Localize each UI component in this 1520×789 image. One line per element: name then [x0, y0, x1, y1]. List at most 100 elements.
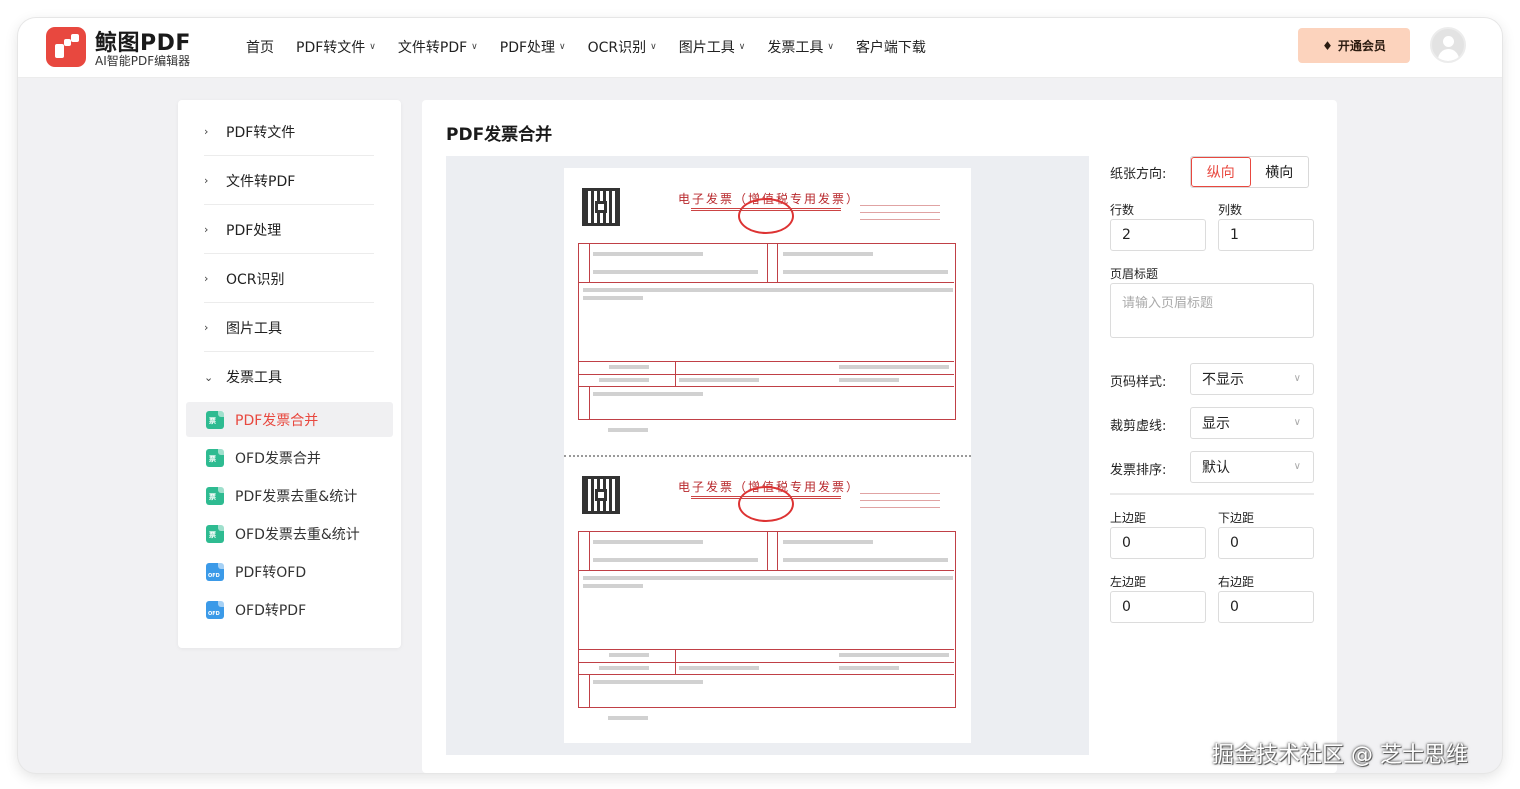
invoice-file-icon: 票 — [206, 448, 224, 467]
select-value: 显示 — [1202, 416, 1230, 432]
select-value: 不显示 — [1202, 372, 1244, 388]
sidebar-group-file-to-pdf[interactable]: › 文件转PDF — [204, 157, 374, 205]
invoice-file-icon: 票 — [206, 486, 224, 505]
nav-item-client-download[interactable]: 客户端下载 — [856, 37, 926, 57]
nav-item-pdf-to-file[interactable]: PDF转文件 ∨ — [296, 37, 376, 57]
issuer-line — [608, 716, 648, 720]
invoice-table — [578, 531, 956, 708]
margin-right-input[interactable]: 0 — [1218, 591, 1314, 623]
select-value: 默认 — [1202, 460, 1230, 476]
sidebar-group-label: 图片工具 — [226, 320, 282, 337]
sidebar-item-pdf-invoice-dedupe[interactable]: 票 PDF发票去重&统计 — [186, 478, 393, 513]
invoice-preview: 电子发票（增值税专用发票） — [578, 174, 958, 432]
settings-panel: 纸张方向: 纵向 横向 行数 列数 2 1 页眉标题 请输入页眉标题 页码样式:… — [1110, 100, 1330, 773]
sidebar-item-ofd-invoice-merge[interactable]: 票 OFD发票合并 — [186, 440, 393, 475]
chevron-down-icon: ∨ — [827, 42, 834, 52]
preview-sheet: 电子发票（增值税专用发票） 电子发票（增值税专用发票） — [564, 168, 971, 743]
chevron-right-icon: › — [204, 223, 209, 236]
seal-stamp-icon — [738, 486, 794, 522]
invoice-meta-lines — [860, 204, 940, 220]
chevron-down-icon: ∨ — [559, 42, 566, 52]
invoice-meta-lines — [860, 492, 940, 508]
invoice-file-icon: 票 — [206, 410, 224, 429]
chevron-down-icon: ⌄ — [204, 370, 214, 384]
nav-item-invoice-tools[interactable]: 发票工具 ∨ — [767, 37, 834, 57]
top-navbar: 鲸图PDF AI智能PDF编辑器 首页 PDF转文件 ∨ 文件转PDF ∨ PDF处… — [18, 18, 1502, 78]
nav-item-pdf-process[interactable]: PDF处理 ∨ — [500, 37, 566, 57]
title-underline — [691, 496, 841, 499]
page-number-style-label: 页码样式: — [1110, 375, 1167, 390]
chevron-down-icon: ∨ — [650, 42, 657, 52]
margin-top-input[interactable]: 0 — [1110, 527, 1206, 559]
nav-label: PDF处理 — [499, 40, 556, 56]
nav-item-home[interactable]: 首页 — [246, 37, 274, 57]
chevron-right-icon: › — [204, 174, 209, 187]
nav-item-image-tools[interactable]: 图片工具 ∨ — [679, 37, 746, 57]
page-number-style-select[interactable]: 不显示 ∨ — [1190, 363, 1314, 395]
main-panel: PDF发票合并 电子发票（增值税专用发票） 电子发票（增值税专用发票） 纸张方向… — [422, 100, 1337, 773]
header-title-input[interactable]: 请输入页眉标题 — [1110, 283, 1314, 338]
sidebar-item-ofd-invoice-dedupe[interactable]: 票 OFD发票去重&统计 — [186, 516, 393, 551]
avatar-body-shape — [1438, 49, 1459, 61]
vip-button[interactable]: ♦ 开通会员 — [1298, 28, 1410, 63]
app-window: 鲸图PDF AI智能PDF编辑器 首页 PDF转文件 ∨ 文件转PDF ∨ PDF处… — [18, 18, 1502, 773]
brand-tagline: AI智能PDF编辑器 — [95, 54, 191, 68]
invoice-sort-label: 发票排序: — [1110, 463, 1167, 478]
issuer-line — [608, 428, 648, 432]
avatar-head-shape — [1443, 36, 1454, 47]
sidebar: › PDF转文件 › 文件转PDF › PDF处理 › OCR识别 › 图片工具… — [178, 100, 401, 648]
sidebar-item-pdf-to-ofd[interactable]: OFD PDF转OFD — [186, 554, 393, 589]
chevron-right-icon: › — [204, 272, 209, 285]
chevron-right-icon: › — [204, 125, 209, 138]
chevron-down-icon: ∨ — [471, 42, 478, 52]
margin-top-label: 上边距 — [1110, 511, 1147, 525]
sidebar-item-label: PDF转OFD — [235, 564, 307, 581]
sidebar-group-pdf-to-file[interactable]: › PDF转文件 — [204, 108, 374, 156]
chevron-down-icon: ∨ — [738, 42, 746, 52]
cut-line-select[interactable]: 显示 ∨ — [1190, 407, 1314, 439]
sidebar-group-image-tools[interactable]: › 图片工具 — [204, 304, 374, 352]
user-avatar[interactable] — [1430, 27, 1466, 63]
margin-bottom-label: 下边距 — [1218, 511, 1255, 525]
invoice-table — [578, 243, 956, 420]
chevron-right-icon: › — [204, 321, 209, 334]
margin-left-label: 左边距 — [1110, 575, 1147, 589]
nav-item-file-to-pdf[interactable]: 文件转PDF ∨ — [398, 37, 478, 57]
nav-label: OCR识别 — [587, 40, 647, 56]
sidebar-item-ofd-to-pdf[interactable]: OFD OFD转PDF — [186, 592, 393, 627]
diamond-icon: ♦ — [1322, 38, 1333, 53]
qr-code-icon — [582, 188, 620, 226]
settings-divider — [1110, 493, 1314, 495]
orientation-portrait-option[interactable]: 纵向 — [1191, 157, 1251, 187]
chevron-down-icon: ∨ — [1293, 461, 1301, 472]
seal-stamp-icon — [738, 198, 794, 234]
orientation-landscape-option[interactable]: 横向 — [1251, 157, 1309, 187]
brand-logo-icon[interactable] — [46, 27, 86, 67]
sidebar-item-label: OFD发票合并 — [235, 450, 321, 467]
qr-code-icon — [582, 476, 620, 514]
chevron-down-icon: ∨ — [369, 42, 376, 52]
sidebar-group-label: 文件转PDF — [226, 173, 296, 190]
sidebar-item-label: PDF发票去重&统计 — [235, 488, 358, 505]
chevron-down-icon: ∨ — [1293, 417, 1301, 428]
sidebar-item-label: PDF发票合并 — [235, 412, 319, 429]
sidebar-group-label: PDF处理 — [226, 222, 282, 239]
sidebar-group-invoice-tools[interactable]: ⌄ 发票工具 — [204, 353, 374, 401]
sidebar-group-pdf-process[interactable]: › PDF处理 — [204, 206, 374, 254]
sidebar-item-label: OFD发票去重&统计 — [235, 526, 360, 543]
watermark-text: 掘金技术社区 @ 芝士思维 — [1212, 743, 1468, 768]
margin-left-input[interactable]: 0 — [1110, 591, 1206, 623]
invoice-file-icon: 票 — [206, 524, 224, 543]
sidebar-group-ocr[interactable]: › OCR识别 — [204, 255, 374, 303]
invoice-sort-select[interactable]: 默认 ∨ — [1190, 451, 1314, 483]
margin-bottom-input[interactable]: 0 — [1218, 527, 1314, 559]
sidebar-group-label: PDF转文件 — [226, 124, 296, 141]
cols-input[interactable]: 1 — [1218, 219, 1314, 251]
vip-label: 开通会员 — [1337, 39, 1386, 53]
nav-item-ocr[interactable]: OCR识别 ∨ — [588, 37, 657, 57]
title-underline — [691, 208, 841, 211]
rows-input[interactable]: 2 — [1110, 219, 1206, 251]
sidebar-item-pdf-invoice-merge[interactable]: 票 PDF发票合并 — [186, 402, 393, 437]
ofd-file-icon: OFD — [206, 600, 224, 619]
merge-preview: 电子发票（增值税专用发票） 电子发票（增值税专用发票） — [446, 156, 1089, 755]
